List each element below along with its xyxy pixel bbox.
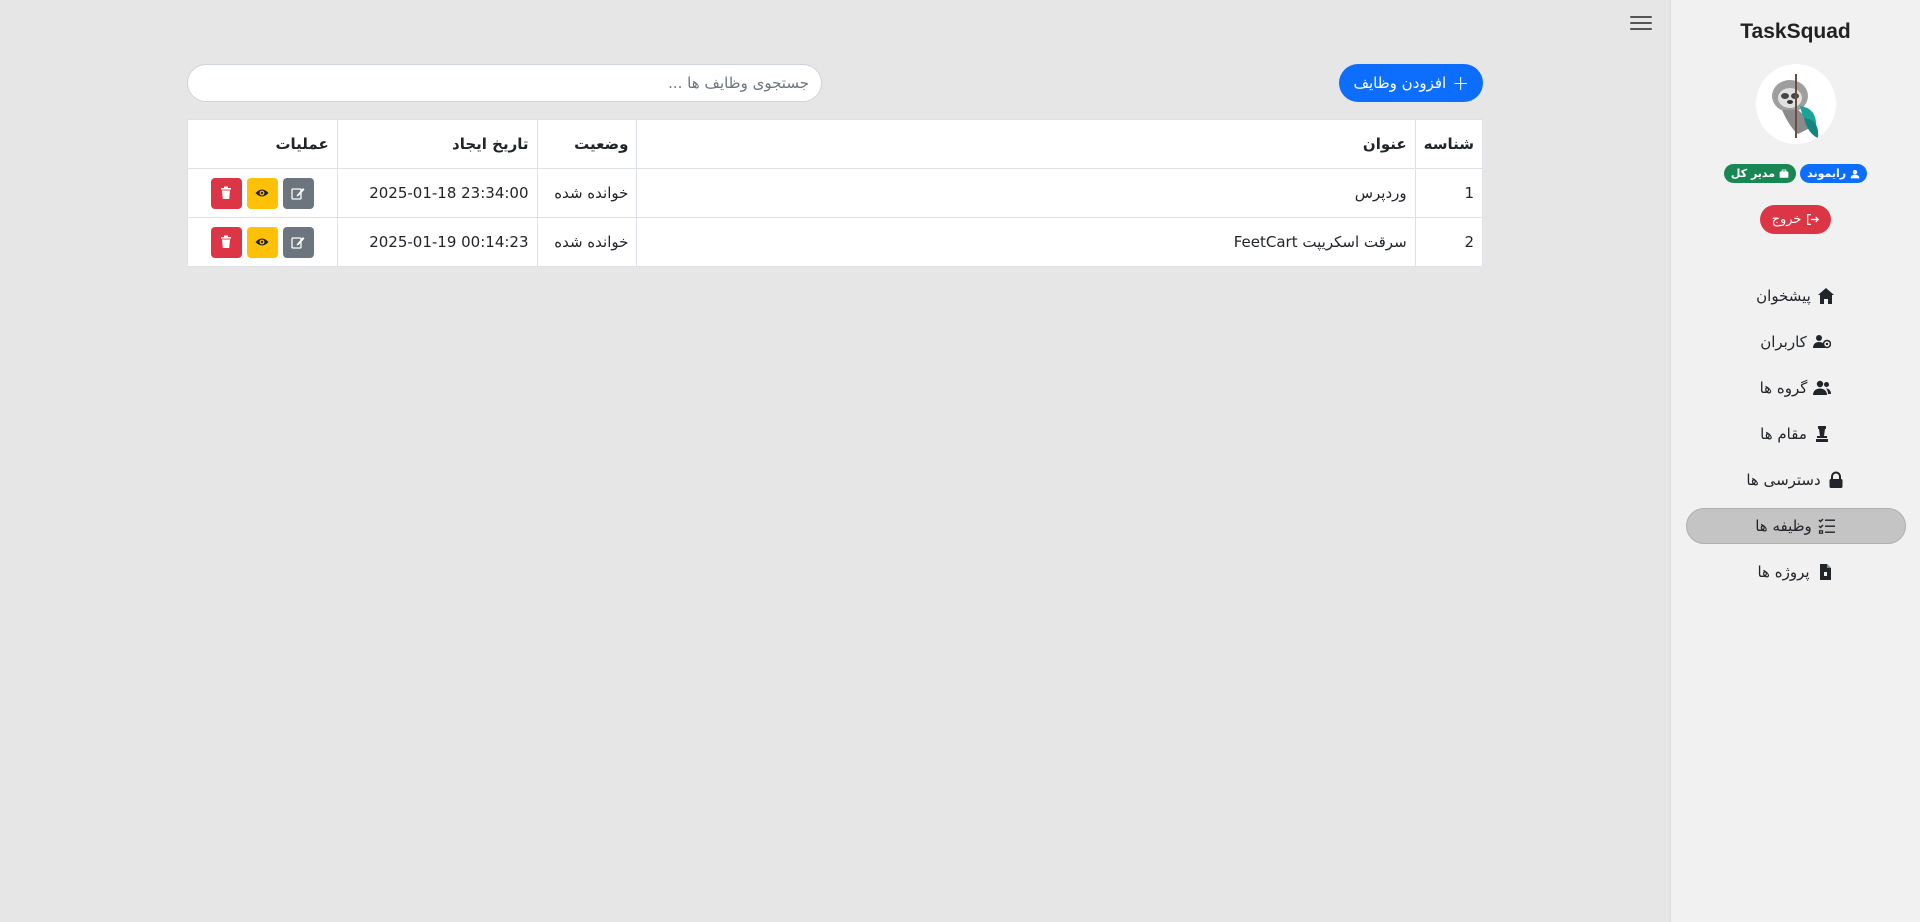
- delete-button[interactable]: [210, 226, 242, 258]
- username-badge: رایموند: [1800, 164, 1868, 183]
- search-input[interactable]: [187, 64, 822, 102]
- sidebar-item-projects[interactable]: پروژه ها: [1686, 554, 1906, 590]
- sidebar-item-roles[interactable]: مقام ها: [1686, 416, 1906, 452]
- cell-status: خوانده شده: [536, 168, 638, 218]
- table-row: 1 وردپرس خوانده شده 2025-01-18 23:34:00: [187, 168, 1484, 218]
- tasks-table: شناسه عنوان وضعیت تاریخ ایجاد عملیات 1 و…: [187, 119, 1484, 267]
- trash-icon: [221, 186, 232, 199]
- sidebar-item-tasks[interactable]: وظیفه ها: [1685, 508, 1906, 544]
- cell-id: 1: [1414, 168, 1484, 218]
- user-group-icon: [1813, 380, 1832, 395]
- sidebar-item-dashboard[interactable]: پیشخوان: [1686, 278, 1906, 314]
- edit-button[interactable]: [282, 177, 314, 209]
- cell-ops: [187, 217, 338, 267]
- briefcase-icon: [1779, 168, 1789, 178]
- trash-icon: [221, 235, 232, 248]
- user-badges: رایموند مدیر کل: [1723, 164, 1868, 183]
- cell-date: 2025-01-19 00:14:23: [336, 217, 538, 267]
- task-list-icon: [1818, 518, 1835, 534]
- add-task-label: افزودن وظایف: [1353, 74, 1447, 92]
- logout-label: خروج: [1771, 212, 1802, 227]
- sidebar-item-label: وظیفه ها: [1755, 517, 1812, 535]
- sidebar-item-users[interactable]: کاربران: [1686, 324, 1906, 360]
- role-label: مدیر کل: [1730, 167, 1776, 180]
- avatar: [1755, 64, 1836, 144]
- home-icon: [1817, 288, 1834, 304]
- view-button[interactable]: [246, 226, 278, 258]
- sidebar-item-label: گروه ها: [1759, 379, 1808, 397]
- logout-icon: [1807, 213, 1820, 226]
- logout-button[interactable]: خروج: [1759, 205, 1832, 234]
- cell-title: وردپرس: [636, 168, 1416, 218]
- role-badge: مدیر کل: [1723, 164, 1797, 183]
- cell-id: 2: [1414, 217, 1484, 267]
- sidebar-item-label: پیشخوان: [1756, 287, 1811, 305]
- toolbar: + افزودن وظایف: [187, 64, 1483, 102]
- eye-icon: [255, 189, 269, 197]
- header-ops: عملیات: [187, 119, 338, 169]
- table-header-row: شناسه عنوان وضعیت تاریخ ایجاد عملیات: [187, 119, 1484, 169]
- eye-icon: [255, 238, 269, 246]
- cell-ops: [187, 168, 338, 218]
- file-icon: [1819, 564, 1831, 580]
- user-icon: [1850, 169, 1860, 178]
- sidebar-item-label: دسترسی ها: [1746, 471, 1821, 489]
- header-date: تاریخ ایجاد: [336, 119, 538, 169]
- sidebar: TaskSquad رایموند مدیر کل خروج پیشخوان ک…: [1670, 0, 1920, 922]
- cell-status: خوانده شده: [536, 217, 638, 267]
- sidebar-item-groups[interactable]: گروه ها: [1686, 370, 1906, 406]
- menu-toggle-icon[interactable]: [1630, 12, 1652, 34]
- table-row: 2 سرقت اسکریپت FeetCart خوانده شده 2025-…: [187, 217, 1484, 267]
- delete-button[interactable]: [210, 177, 242, 209]
- edit-button[interactable]: [282, 226, 314, 258]
- view-button[interactable]: [246, 177, 278, 209]
- sidebar-nav: پیشخوان کاربران گروه ها مقام ها دسترسی ه…: [1685, 278, 1906, 590]
- sidebar-item-permissions[interactable]: دسترسی ها: [1686, 462, 1906, 498]
- add-task-button[interactable]: + افزودن وظایف: [1339, 64, 1483, 102]
- header-status: وضعیت: [536, 119, 638, 169]
- users-gear-icon: [1812, 335, 1831, 349]
- lock-icon: [1829, 471, 1843, 488]
- edit-icon: [291, 237, 305, 249]
- plus-icon: +: [1452, 71, 1469, 95]
- header-id: شناسه: [1414, 119, 1484, 169]
- chess-icon: [1815, 426, 1828, 442]
- username-label: رایموند: [1807, 167, 1847, 180]
- brand-title: TaskSquad: [1740, 20, 1851, 43]
- cell-title: سرقت اسکریپت FeetCart: [636, 217, 1416, 267]
- sidebar-item-label: مقام ها: [1760, 425, 1807, 443]
- sloth-avatar-icon: [1771, 74, 1818, 138]
- sidebar-item-label: کاربران: [1760, 333, 1807, 351]
- cell-date: 2025-01-18 23:34:00: [336, 168, 538, 218]
- edit-icon: [291, 188, 305, 200]
- sidebar-item-label: پروژه ها: [1757, 563, 1810, 581]
- header-title: عنوان: [636, 119, 1416, 169]
